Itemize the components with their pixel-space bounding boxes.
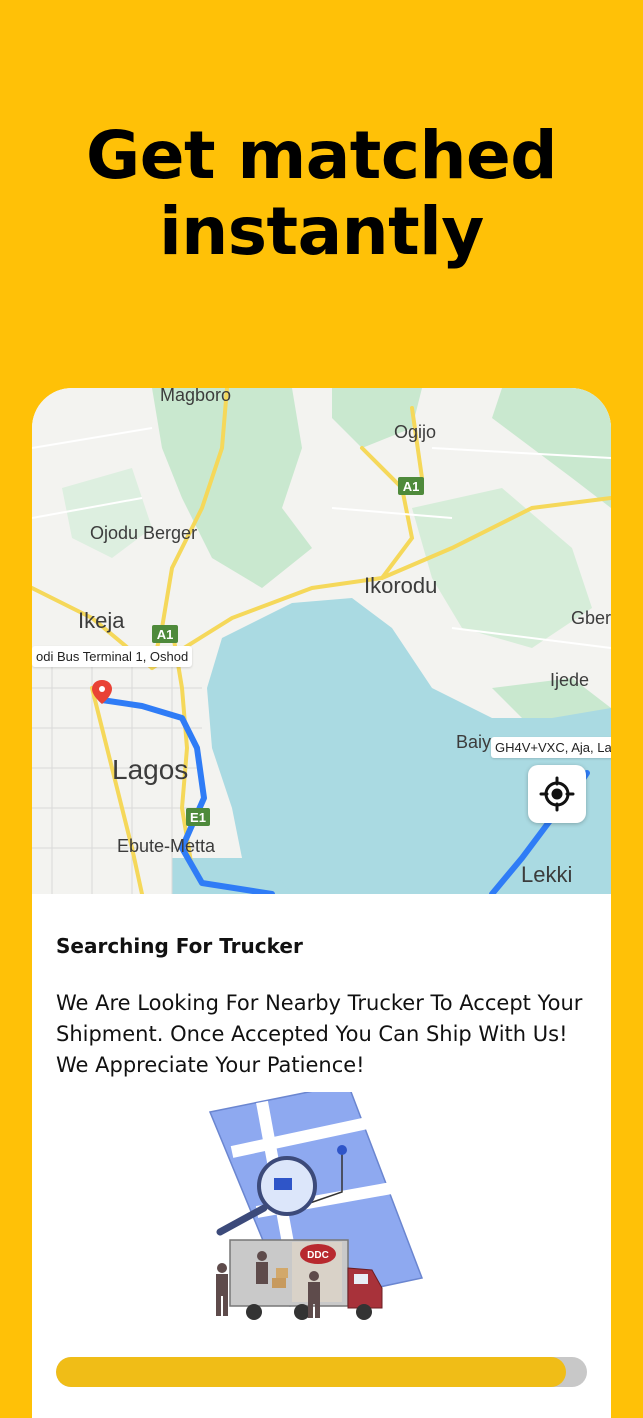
searching-truck-illustration: DDC	[208, 1092, 424, 1320]
road-shield-a1-top: A1	[398, 477, 424, 495]
headline: Get matched instantly	[0, 118, 643, 270]
place-ojodu-berger: Ojodu Berger	[90, 523, 197, 543]
road-shield-e1: E1	[186, 808, 210, 826]
svg-text:E1: E1	[190, 810, 206, 825]
svg-text:DDC: DDC	[307, 1250, 329, 1261]
headline-line-2: instantly	[159, 193, 484, 270]
road-shield-a1-left: A1	[152, 625, 178, 643]
map-view[interactable]: A1 A1 E1 Magboro Ogijo Ojodu Berger Ikor…	[32, 388, 611, 894]
place-magboro: Magboro	[160, 388, 231, 405]
place-ebute-metta: Ebute-Metta	[117, 836, 216, 856]
sheet-message: We Are Looking For Nearby Trucker To Acc…	[56, 991, 583, 1077]
bottom-sheet: Searching For Trucker We Are Looking For…	[32, 894, 611, 1418]
place-ijede: Ijede	[550, 670, 589, 690]
my-location-icon	[539, 776, 575, 812]
search-progress-fill	[56, 1357, 566, 1387]
dropoff-address-chip[interactable]: GH4V+VXC, Aja, La	[491, 737, 611, 758]
place-ikeja: Ikeja	[78, 608, 125, 633]
phone-screen: A1 A1 E1 Magboro Ogijo Ojodu Berger Ikor…	[32, 388, 611, 1418]
pickup-address-chip[interactable]: odi Bus Terminal 1, Oshod	[32, 646, 193, 667]
svg-text:A1: A1	[157, 627, 174, 642]
place-baiy: Baiy	[456, 732, 491, 752]
destination-dot-icon	[337, 1145, 347, 1155]
place-lagos: Lagos	[112, 754, 188, 785]
place-gber: Gber	[571, 608, 611, 628]
svg-text:A1: A1	[403, 479, 420, 494]
place-lekki: Lekki	[521, 862, 572, 887]
search-progress-bar	[56, 1357, 587, 1387]
headline-line-1: Get matched	[86, 117, 557, 194]
map-canvas: A1 A1 E1 Magboro Ogijo Ojodu Berger Ikor…	[32, 388, 611, 894]
sheet-title: Searching For Trucker	[56, 934, 303, 958]
place-ikorodu: Ikorodu	[364, 573, 437, 598]
my-location-button[interactable]	[528, 765, 586, 823]
place-ogijo: Ogijo	[394, 422, 436, 442]
